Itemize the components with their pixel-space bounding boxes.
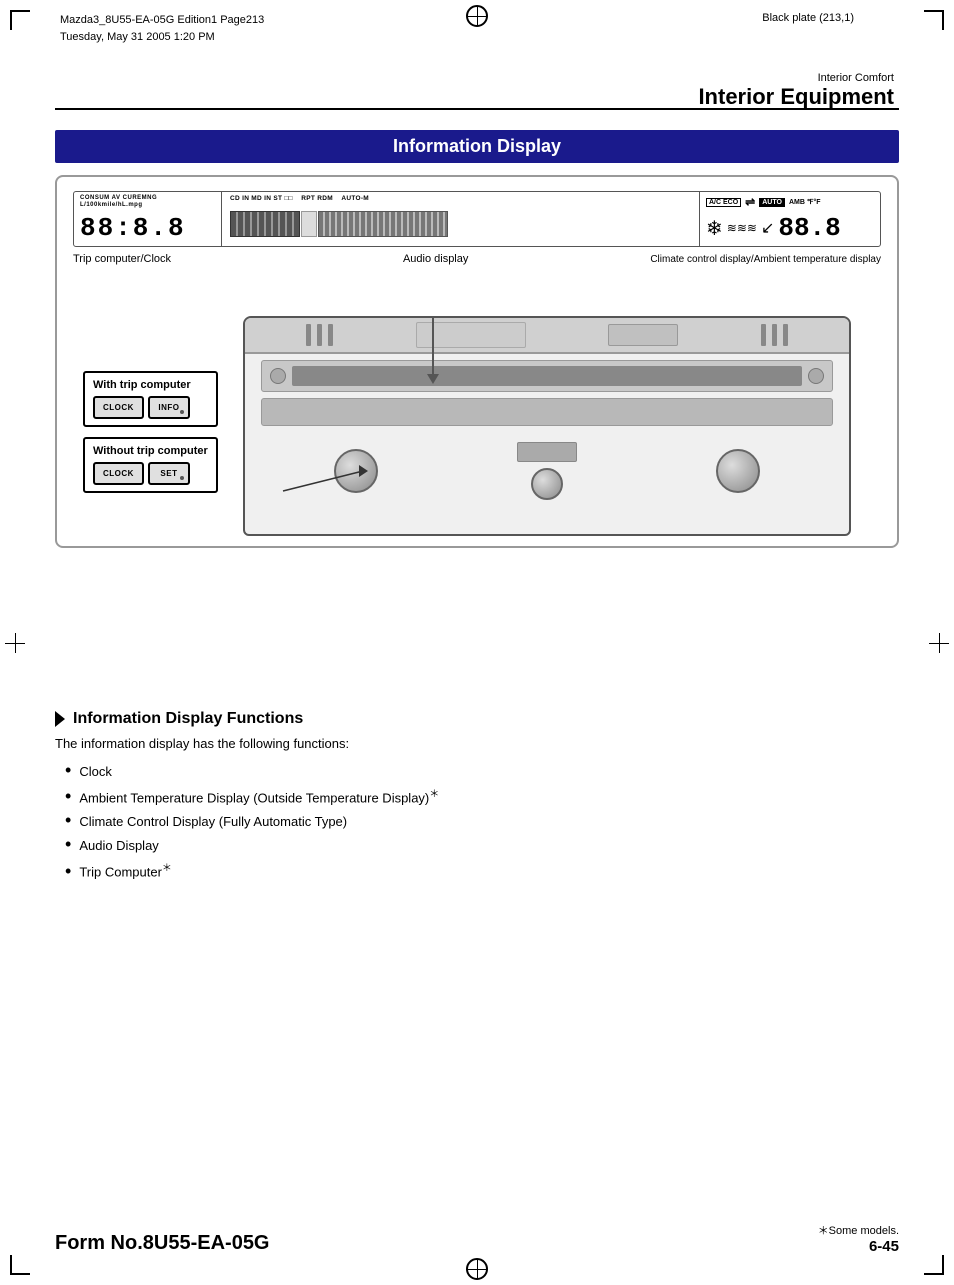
bottom-btn-row [245, 432, 849, 510]
clock-button-without-trip[interactable]: CLOCK [93, 462, 144, 485]
section-main-label: Interior Equipment [698, 84, 894, 110]
list-item-climate: Climate Control Display (Fully Automatic… [65, 811, 899, 829]
functions-description: The information display has the followin… [55, 736, 899, 751]
list-item-clock: Clock [65, 761, 899, 779]
reg-mark-left [5, 633, 25, 653]
info-button[interactable]: INFO [148, 396, 190, 419]
header-meta-line2: Tuesday, May 31 2005 1:20 PM [60, 29, 264, 46]
display-audio-bars [230, 202, 691, 243]
center-slot [517, 442, 577, 462]
corner-mark-tr [924, 10, 944, 30]
center-knob[interactable] [531, 468, 563, 500]
triangle-bullet-icon [55, 711, 65, 727]
page: Mazda3_8U55-EA-05G Edition1 Page213 Tues… [0, 0, 954, 1285]
audio-bar-main [318, 211, 448, 237]
without-trip-computer-panel: Without trip computer CLOCK SET [83, 437, 218, 493]
radio-btn-left[interactable] [270, 368, 286, 384]
climate-tag-auto: AUTO [759, 198, 785, 207]
list-item-audio: Audio Display [65, 835, 899, 853]
dashboard-graphic: With trip computer CLOCK INFO Without tr… [83, 276, 871, 536]
header-meta-line1: Mazda3_8U55-EA-05G Edition1 Page213 [60, 12, 264, 29]
footer: Form No.8U55-EA-05G ＊Some models. 6-45 [55, 1222, 899, 1255]
asterisk-ambient: ＊ [429, 789, 439, 800]
functions-list: Clock Ambient Temperature Display (Outsi… [55, 761, 899, 880]
climate-number: 88.8 [778, 213, 840, 243]
with-trip-computer-panel: With trip computer CLOCK INFO [83, 371, 218, 427]
display-trip-section: CONSUM AV CUREMNG L/100kmile/hL.mpg 88:8… [74, 192, 222, 246]
without-trip-label: Without trip computer [93, 445, 208, 457]
footer-note: ＊Some models. 6-45 [818, 1222, 899, 1255]
audio-bar-display [230, 211, 300, 237]
display-panel-container: CONSUM AV CUREMNG L/100kmile/hL.mpg 88:8… [55, 175, 899, 548]
vent-strip [245, 318, 849, 354]
left-knob[interactable] [334, 449, 378, 493]
asterisk-trip: ＊ [162, 863, 172, 874]
car-panel-frame [243, 316, 851, 536]
center-vent [416, 322, 526, 348]
display-labels-row: Trip computer/Clock Audio display Climat… [73, 253, 881, 266]
header-plate: Black plate (213,1) [762, 12, 854, 24]
with-trip-btn-row: CLOCK INFO [93, 396, 208, 419]
list-item-trip: Trip Computer＊ [65, 859, 899, 879]
display-row: CONSUM AV CUREMNG L/100kmile/hL.mpg 88:8… [73, 191, 881, 247]
footer-page-number: 6-45 [818, 1238, 899, 1255]
info-display-title: Information Display [55, 130, 899, 163]
corner-mark-br [924, 1255, 944, 1275]
set-button[interactable]: SET [148, 462, 190, 485]
info-display-section: Information Display CONSUM AV CUREMNG L/… [55, 130, 899, 548]
reg-mark-top [466, 5, 488, 27]
reg-mark-bottom [466, 1258, 488, 1280]
footer-footnote: ＊Some models. [818, 1222, 899, 1238]
display-audio-section: CD IN MD IN ST □□ RPT RDM AUTO-M [222, 192, 700, 246]
display-trip-labels: CONSUM AV CUREMNG L/100kmile/hL.mpg [80, 195, 215, 209]
section-label: Interior Comfort Interior Equipment [698, 72, 894, 110]
right-vent-display [608, 324, 678, 346]
audio-bar-empty [301, 211, 317, 237]
display-audio-labels: CD IN MD IN ST □□ RPT RDM AUTO-M [230, 195, 691, 202]
functions-section: Information Display Functions The inform… [55, 710, 899, 886]
clock-button-with-trip[interactable]: CLOCK [93, 396, 144, 419]
corner-mark-bl [10, 1255, 30, 1275]
footer-form-number: Form No.8U55-EA-05G [55, 1232, 270, 1255]
label-trip: Trip computer/Clock [73, 253, 221, 266]
label-audio: Audio display [221, 253, 650, 266]
list-item-ambient: Ambient Temperature Display (Outside Tem… [65, 785, 899, 805]
section-sub-label: Interior Comfort [698, 72, 894, 84]
label-climate: Climate control display/Ambient temperat… [650, 253, 881, 266]
climate-tag-ac: A/C ECO [706, 198, 741, 207]
radio-btn-right[interactable] [808, 368, 824, 384]
left-button-panels: With trip computer CLOCK INFO Without tr… [83, 371, 218, 493]
radio-display [292, 366, 802, 386]
corner-mark-tl [10, 10, 30, 30]
functions-title: Information Display Functions [55, 710, 899, 728]
control-bar [261, 398, 833, 426]
right-knob[interactable] [716, 449, 760, 493]
without-trip-btn-row: CLOCK SET [93, 462, 208, 485]
with-trip-label: With trip computer [93, 379, 208, 391]
display-trip-numbers: 88:8.8 [80, 213, 215, 243]
header-meta: Mazda3_8U55-EA-05G Edition1 Page213 Tues… [60, 12, 264, 45]
display-climate-top: A/C ECO ⇌ AUTO AMB ℉°F [706, 195, 874, 209]
reg-mark-right [929, 633, 949, 653]
title-rule [55, 108, 899, 110]
display-climate-section: A/C ECO ⇌ AUTO AMB ℉°F ❄ ≋≋≋ ↙ 88.8 [700, 192, 880, 246]
radio-strip [261, 360, 833, 392]
